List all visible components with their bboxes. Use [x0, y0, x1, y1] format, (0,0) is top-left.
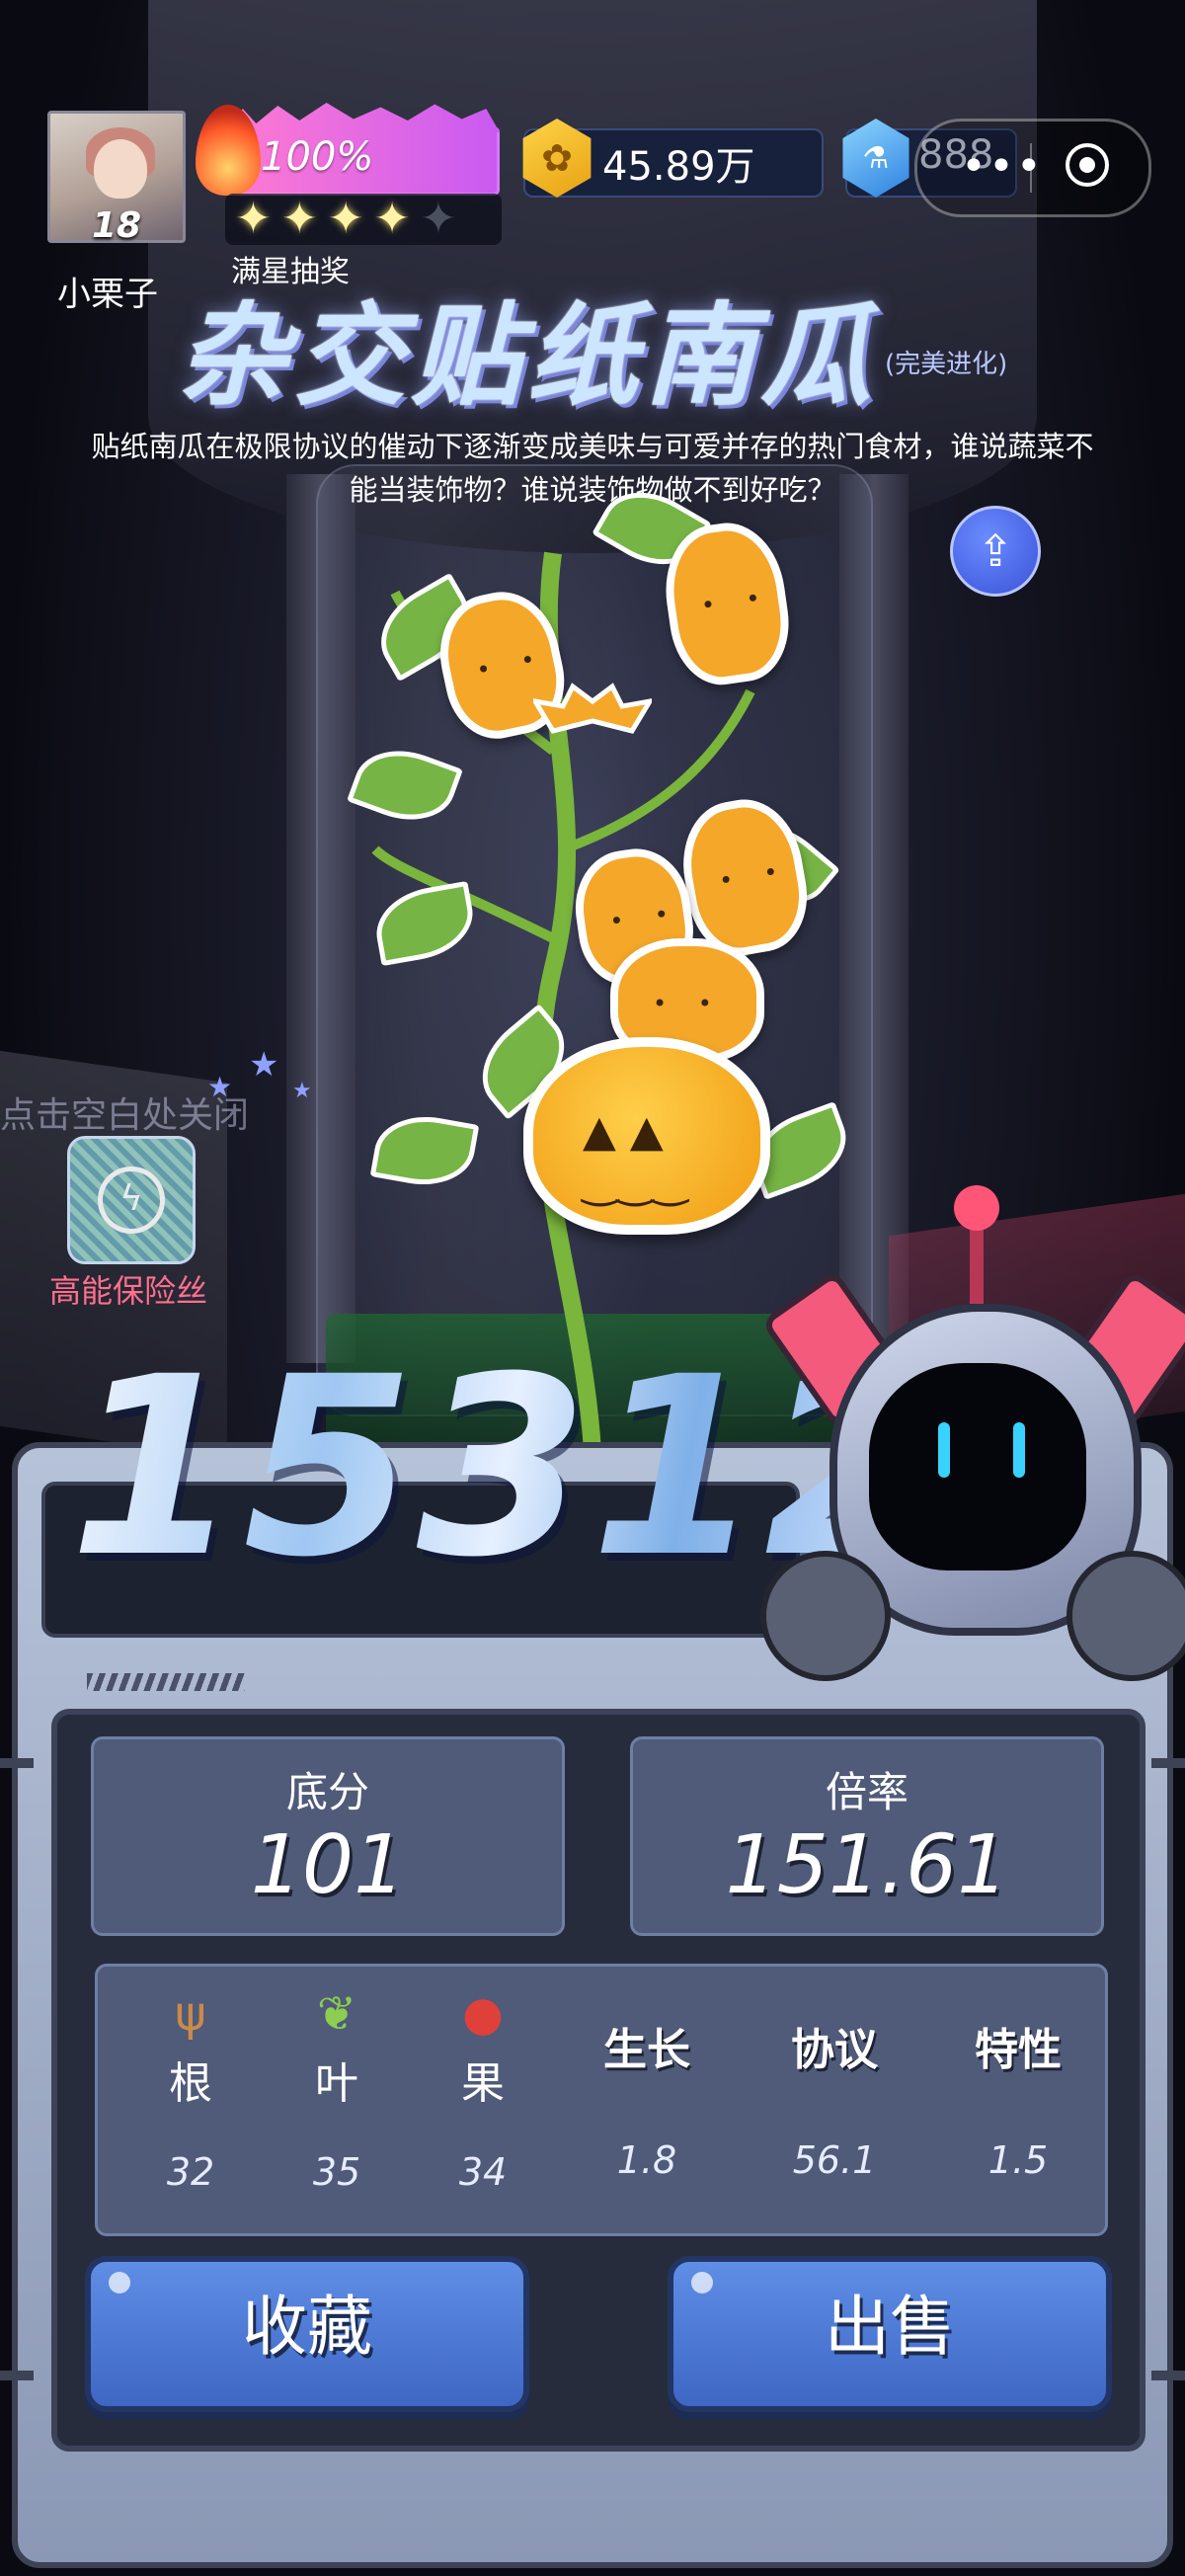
- stat-value: 32: [166, 2150, 215, 2194]
- console-rivet: [1151, 2371, 1185, 2380]
- fruit-icon: ●: [462, 1986, 504, 2042]
- console-rivet: [1151, 1758, 1185, 1768]
- stat-label: 根: [169, 2058, 212, 2109]
- stat-leaf: ❦ 叶 35: [268, 1982, 406, 2194]
- multiplier-card: 倍率 151.61: [630, 1736, 1104, 1936]
- attribute-stats: ψ 根 32 ❦ 叶 35 ● 果 34 生长 1.8 协议 56.1 特性 1…: [95, 1964, 1108, 2236]
- stat-value: 56.1: [792, 2138, 877, 2182]
- robot-mascot: [760, 1185, 1185, 1681]
- sparkle-icon: ★: [207, 1071, 233, 1103]
- stat-root: ψ 根 32: [121, 1982, 260, 2194]
- root-icon: ψ: [175, 1986, 206, 2042]
- robot-eye-left: [938, 1422, 950, 1478]
- robot-hand-right: [1066, 1551, 1185, 1681]
- robot-eye-right: [1013, 1422, 1025, 1478]
- sell-button[interactable]: 出售: [668, 2256, 1112, 2412]
- stat-fruit: ● 果 34: [414, 1982, 552, 2194]
- booster-label: 高能保险丝: [49, 1272, 208, 1310]
- robot-hand-left: [760, 1551, 891, 1681]
- sparkle-icon: ★: [249, 1045, 279, 1085]
- stat-label: 特性: [975, 2025, 1062, 2075]
- robot-antenna-ball: [954, 1185, 999, 1231]
- jack-o-lantern-sticker: ▲ ▲ ‿‿‿: [523, 1037, 770, 1235]
- base-score-label: 底分: [285, 1768, 369, 1816]
- base-score-value: 101: [250, 1818, 406, 1912]
- multiplier-value: 151.61: [725, 1818, 1009, 1912]
- vent-stripes: [87, 1673, 245, 1691]
- stat-value: 34: [458, 2150, 508, 2194]
- stat-growth: 生长 1.8: [578, 2012, 716, 2182]
- sparkle-icon: ★: [292, 1079, 312, 1103]
- collect-button[interactable]: 收藏: [85, 2256, 529, 2412]
- stat-value: 1.5: [988, 2138, 1049, 2182]
- console-rivet: [0, 1758, 34, 1768]
- stat-label: 协议: [791, 2025, 878, 2075]
- stat-value: 1.8: [616, 2138, 677, 2182]
- leaf-icon: ❦: [316, 1986, 357, 2042]
- multiplier-label: 倍率: [825, 1768, 908, 1816]
- stat-label: 生长: [603, 2025, 690, 2075]
- fuse-booster-button[interactable]: ϟ: [67, 1136, 196, 1264]
- base-score-card: 底分 101: [91, 1736, 565, 1936]
- stat-label: 果: [461, 2058, 505, 2109]
- bat-sticker-icon: [533, 683, 652, 734]
- stat-label: 叶: [315, 2058, 358, 2109]
- stat-value: 35: [312, 2150, 361, 2194]
- console-rivet: [0, 2371, 34, 2380]
- stat-trait: 特性 1.5: [949, 2012, 1087, 2182]
- robot-visor: [869, 1363, 1086, 1570]
- lightning-icon: ϟ: [98, 1167, 165, 1234]
- stat-protocol: 协议 56.1: [765, 2012, 904, 2182]
